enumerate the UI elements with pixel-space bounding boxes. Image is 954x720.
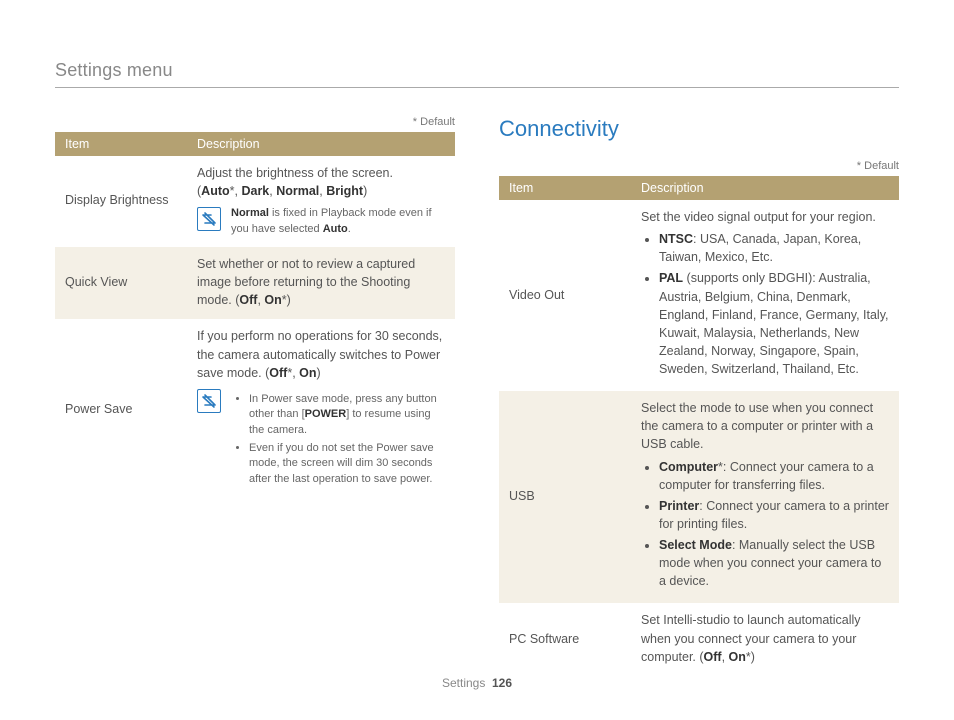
desc-cell: If you perform no operations for 30 seco… [187, 319, 455, 500]
table-row: USB Select the mode to use when you conn… [499, 391, 899, 603]
default-note-right: * Default [499, 160, 899, 172]
desc-text: If you perform no operations for 30 seco… [197, 327, 445, 381]
desc-bullet: Select Mode: Manually select the USB mod… [659, 536, 889, 590]
desc-bullet: PAL (supports only BDGHI): Australia, Au… [659, 269, 889, 378]
item-cell: PC Software [499, 603, 631, 675]
info-note: Normal is fixed in Playback mode even if… [197, 206, 445, 237]
table-row: Power Save If you perform no operations … [55, 319, 455, 500]
note-icon [197, 207, 221, 231]
desc-bullet: NTSC: USA, Canada, Japan, Korea, Taiwan,… [659, 230, 889, 266]
table-row: Quick View Set whether or not to review … [55, 247, 455, 319]
page-footer: Settings 126 [0, 676, 954, 690]
section-title: Connectivity [499, 116, 899, 142]
desc-bullet: Printer: Connect your camera to a printe… [659, 497, 889, 533]
right-column: Connectivity * Default Item Description … [499, 116, 899, 676]
desc-bullet: Computer*: Connect your camera to a comp… [659, 458, 889, 494]
item-cell: Display Brightness [55, 156, 187, 247]
note-text: In Power save mode, press any button oth… [231, 388, 445, 490]
note-icon [197, 389, 221, 413]
right-settings-table: Item Description Video Out Set the video… [499, 176, 899, 676]
content-columns: * Default Item Description Display Brigh… [55, 116, 899, 676]
desc-lead: Select the mode to use when you connect … [641, 399, 889, 453]
desc-lead: Set the video signal output for your reg… [641, 208, 889, 226]
table-row: PC Software Set Intelli-studio to launch… [499, 603, 899, 675]
note-bullet: In Power save mode, press any button oth… [249, 392, 445, 438]
header-desc: Description [187, 132, 455, 156]
header-desc: Description [631, 176, 899, 200]
item-cell: Power Save [55, 319, 187, 500]
table-header-row: Item Description [55, 132, 455, 156]
default-note-left: * Default [55, 116, 455, 128]
desc-cell: Select the mode to use when you connect … [631, 391, 899, 603]
table-row: Video Out Set the video signal output fo… [499, 200, 899, 391]
desc-options: (Auto*, Dark, Normal, Bright) [197, 182, 445, 200]
page-number: 126 [492, 676, 512, 690]
note-bullet: Even if you do not set the Power save mo… [249, 441, 445, 487]
desc-cell: Set whether or not to review a captured … [187, 247, 455, 319]
header-item: Item [55, 132, 187, 156]
info-note: In Power save mode, press any button oth… [197, 388, 445, 490]
table-row: Display Brightness Adjust the brightness… [55, 156, 455, 247]
item-cell: USB [499, 391, 631, 603]
page-title: Settings menu [55, 60, 899, 88]
item-cell: Video Out [499, 200, 631, 391]
left-settings-table: Item Description Display Brightness Adju… [55, 132, 455, 500]
desc-lead: Adjust the brightness of the screen. [197, 164, 445, 182]
desc-cell: Set Intelli-studio to launch automatical… [631, 603, 899, 675]
desc-cell: Set the video signal output for your reg… [631, 200, 899, 391]
note-text: Normal is fixed in Playback mode even if… [231, 206, 445, 237]
table-header-row: Item Description [499, 176, 899, 200]
desc-cell: Adjust the brightness of the screen. (Au… [187, 156, 455, 247]
footer-label: Settings [442, 676, 485, 690]
left-column: * Default Item Description Display Brigh… [55, 116, 455, 676]
item-cell: Quick View [55, 247, 187, 319]
header-item: Item [499, 176, 631, 200]
